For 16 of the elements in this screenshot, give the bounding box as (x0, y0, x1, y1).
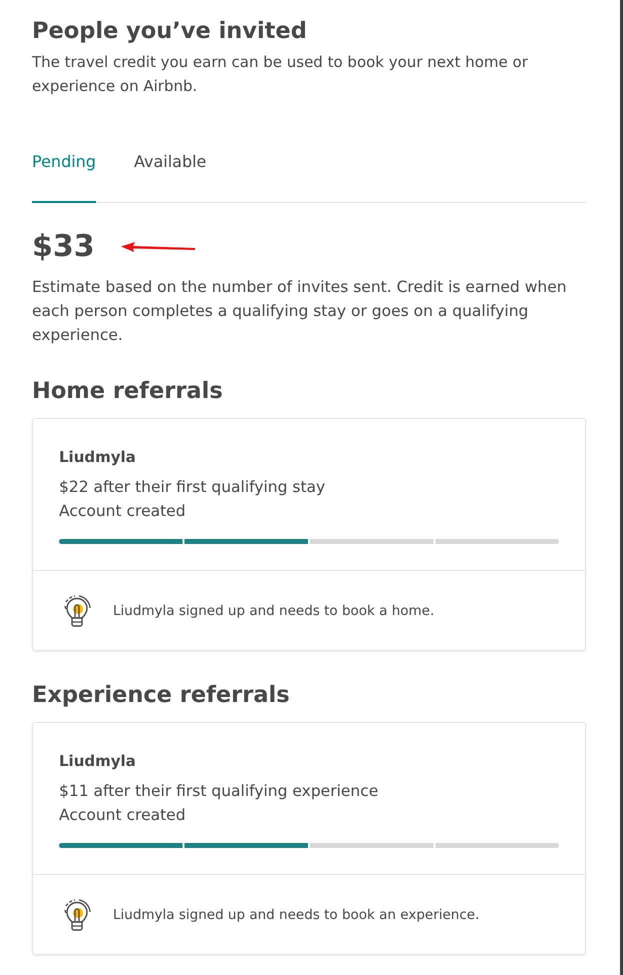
estimate-note: Estimate based on the number of invites sent. Credit is earned when each person completes a qualifying stay or goes on a qualifying experience. (32, 277, 568, 346)
referral-status: Account created (59, 805, 187, 826)
referral-tip: Liudmyla signed up and needs to book a home. (113, 602, 434, 621)
tab[interactable]: Available (134, 150, 206, 203)
referral-reward: $22 after their first qualifying stay (59, 477, 326, 498)
referral-name: Liudmyla (59, 447, 137, 468)
section-heading: Home referrals (32, 377, 224, 406)
referral-reward: $11 after their first qualifying experience (59, 781, 380, 802)
page-subtitle: The travel credit you earn can be used to book your next home or experience on Airbnb. (32, 52, 529, 97)
credit-amount: $33 (32, 228, 95, 266)
tab[interactable]: Pending (32, 150, 96, 203)
section-heading: Experience referrals (32, 681, 291, 710)
page-title: People you’ve invited (32, 17, 308, 46)
referral-name: Liudmyla (59, 751, 137, 772)
referral-status: Account created (59, 501, 187, 522)
referral-tip: Liudmyla signed up and needs to book an experience. (113, 906, 480, 925)
